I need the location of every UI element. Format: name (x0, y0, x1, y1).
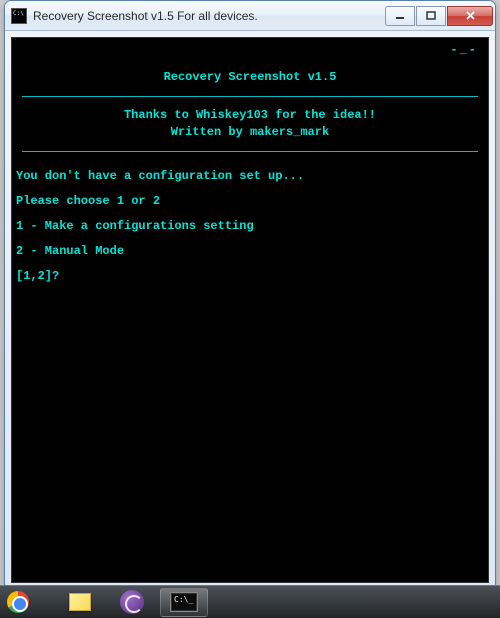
taskbar (0, 585, 500, 618)
msg-choose: Please choose 1 or 2 (16, 189, 484, 214)
credits-line-1: Thanks to Whiskey103 for the idea!! (16, 107, 484, 124)
option-2: 2 - Manual Mode (16, 239, 484, 264)
chrome-icon (7, 591, 29, 613)
msg-no-config: You don't have a configuration set up... (16, 164, 484, 189)
titlebar[interactable]: Recovery Screenshot v1.5 For all devices… (5, 1, 495, 31)
taskbar-item-command-prompt[interactable] (160, 588, 208, 617)
window-title: Recovery Screenshot v1.5 For all devices… (33, 9, 385, 23)
command-prompt-icon (170, 592, 198, 612)
credits-line-2: Written by makers_mark (16, 124, 484, 141)
close-button[interactable] (447, 6, 493, 26)
taskbar-item-bittorrent[interactable] (108, 588, 156, 617)
console-decoration: -_- (16, 42, 484, 59)
console-area[interactable]: -_- Recovery Screenshot v1.5 Thanks to W… (11, 37, 489, 583)
cmd-icon (11, 8, 27, 24)
sticky-notes-icon (69, 593, 91, 611)
window-controls (385, 6, 493, 26)
prompt: [1,2]? (16, 264, 484, 289)
taskbar-item-chrome[interactable] (4, 588, 52, 617)
console-heading: Recovery Screenshot v1.5 (16, 69, 484, 86)
divider (22, 151, 478, 152)
bittorrent-icon (120, 590, 144, 614)
taskbar-item-sticky-notes[interactable] (56, 588, 104, 617)
divider (22, 96, 478, 97)
option-1: 1 - Make a configurations setting (16, 214, 484, 239)
application-window: Recovery Screenshot v1.5 For all devices… (4, 0, 496, 590)
maximize-button[interactable] (416, 6, 446, 26)
minimize-button[interactable] (385, 6, 415, 26)
